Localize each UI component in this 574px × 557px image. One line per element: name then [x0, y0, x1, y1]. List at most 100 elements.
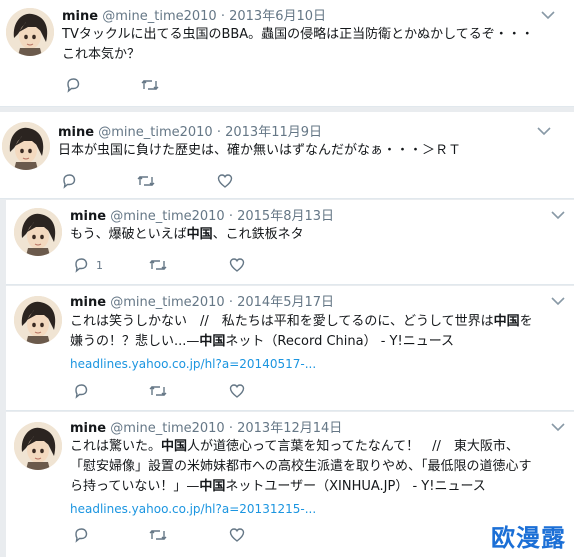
tweet-card[interactable]: mine @mine_time2010 · 2014年5月17日 これは笑うしか…	[6, 286, 574, 411]
retweet-icon	[148, 256, 168, 274]
chevron-down-icon[interactable]	[551, 422, 565, 432]
tweet-actions	[64, 76, 364, 94]
tweet-header: mine @mine_time2010 · 2013年6月10日	[62, 8, 326, 25]
tweet-header: mine @mine_time2010 · 2014年5月17日	[70, 294, 334, 311]
tweet-actions	[60, 172, 360, 190]
tweet-text-line: ら持っていない！」—中国ネットユーザー（XINHUA.JP） - Y!ニュース	[70, 477, 532, 497]
tweet-card[interactable]: mine @mine_time2010 · 2013年6月10日 TVタックルに…	[0, 0, 574, 107]
tweet-header: mine @mine_time2010 · 2013年12月14日	[70, 420, 342, 437]
tweet-card[interactable]: mine @mine_time2010 · 2013年11月9日 日本が虫国に負…	[0, 112, 574, 199]
tweet-text-line: TVタックルに出てる虫国のBBA。蟲国の侵略は正当防衛とかぬかしてるぞ・・・	[62, 27, 534, 42]
avatar[interactable]	[2, 122, 50, 170]
like-button[interactable]	[228, 526, 246, 544]
user-handle[interactable]: @mine_time2010	[102, 9, 216, 24]
reply-icon	[60, 172, 78, 190]
tweet-text-line: 日本が虫国に負けた歴史は、確か無いはずなんだがなぁ・・・＞ＲＴ	[58, 143, 462, 158]
display-name[interactable]: mine	[70, 421, 106, 436]
retweet-icon	[148, 526, 168, 544]
article-link[interactable]: headlines.yahoo.co.jp/hl?a=20140517-...	[70, 356, 316, 372]
tweet-date[interactable]: 2013年11月9日	[225, 125, 322, 140]
retweet-icon	[148, 382, 168, 400]
text-segment-bold: 中国	[186, 227, 213, 242]
reply-icon	[72, 526, 90, 544]
retweet-button[interactable]	[136, 172, 156, 190]
reply-count: 1	[96, 258, 103, 272]
avatar[interactable]	[14, 208, 62, 256]
retweet-button[interactable]	[148, 256, 168, 274]
user-handle[interactable]: @mine_time2010	[110, 209, 224, 224]
like-icon	[228, 256, 246, 274]
display-name[interactable]: mine	[70, 209, 106, 224]
tweet-text-line: 嫌うの！？悲しい...—中国ネット（Record China） - Y!ニュース	[70, 332, 533, 352]
tweet-date[interactable]: 2015年8月13日	[237, 209, 334, 224]
text-segment: これは笑うしかない // 私たちは平和を愛してるのに、どうして世界は	[70, 314, 494, 329]
like-button[interactable]	[228, 256, 246, 274]
retweet-button[interactable]	[140, 76, 160, 94]
tweet-card[interactable]: mine @mine_time2010 · 2015年8月13日 もう、爆破とい…	[6, 200, 574, 285]
like-icon	[228, 526, 246, 544]
like-icon	[228, 382, 246, 400]
user-handle[interactable]: @mine_time2010	[110, 295, 224, 310]
chevron-down-icon[interactable]	[537, 126, 551, 136]
tweet-text-line: これ本気か？	[62, 47, 141, 62]
text-segment: ネットユーザー（XINHUA.JP） - Y!ニュース	[225, 479, 486, 494]
like-icon	[216, 172, 234, 190]
reply-button[interactable]	[72, 382, 90, 400]
tweet-text: 日本が虫国に負けた歴史は、確か無いはずなんだがなぁ・・・＞ＲＴ	[58, 141, 461, 161]
tweet-date[interactable]: 2013年6月10日	[229, 9, 326, 24]
avatar[interactable]	[14, 422, 62, 470]
like-button[interactable]	[216, 172, 234, 190]
chevron-down-icon[interactable]	[541, 10, 555, 20]
tweet-text-line: これは驚いた。中国人が道徳心って言葉を知ってたなんて！ // 東大阪市、	[70, 437, 532, 457]
text-segment: ネット（Record China） - Y!ニュース	[225, 334, 455, 349]
tweet-date[interactable]: 2014年5月17日	[237, 295, 334, 310]
display-name[interactable]: mine	[62, 9, 98, 24]
display-name[interactable]: mine	[58, 125, 94, 140]
text-segment-bold: 中国	[199, 334, 226, 349]
text-segment-bold: 中国	[493, 314, 520, 329]
text-segment: これは驚いた。	[70, 439, 162, 454]
text-segment: 嫌うの！？悲しい...—	[70, 334, 200, 349]
text-segment: もう、爆破といえば	[70, 227, 187, 242]
separator-dot: ·	[228, 421, 233, 436]
reply-icon	[72, 256, 90, 274]
tweet-text: これは笑うしかない // 私たちは平和を愛してるのに、どうして世界は中国を 嫌う…	[70, 312, 533, 352]
avatar[interactable]	[14, 296, 62, 344]
retweet-button[interactable]	[148, 526, 168, 544]
display-name[interactable]: mine	[70, 295, 106, 310]
reply-button[interactable]	[64, 76, 82, 94]
tweet-actions: 1	[72, 256, 372, 274]
retweet-icon	[136, 172, 156, 190]
reply-icon	[64, 76, 82, 94]
tweet-header: mine @mine_time2010 · 2015年8月13日	[70, 208, 334, 225]
retweet-button[interactable]	[148, 382, 168, 400]
tweet-header: mine @mine_time2010 · 2013年11月9日	[58, 124, 322, 141]
tweet-date[interactable]: 2013年12月14日	[237, 421, 342, 436]
tweet-text: これは驚いた。中国人が道徳心って言葉を知ってたなんて！ // 東大阪市、 「慰安…	[70, 437, 532, 497]
reply-button[interactable]	[72, 526, 90, 544]
tweet-card[interactable]: mine @mine_time2010 · 2013年12月14日 これは驚いた…	[6, 412, 574, 557]
tweet-text-line: もう、爆破といえば中国、これ鉄板ネタ	[70, 225, 304, 245]
text-segment: を	[519, 314, 533, 329]
text-segment: ら持っていない！」—	[70, 479, 200, 494]
watermark: 欧漫露	[491, 524, 566, 552]
text-segment-bold: 中国	[161, 439, 188, 454]
tweet-text-line: 「慰安婦像」設置の米姉妹都市への高校生派遣を取りやめ、「最低限の道徳心す	[70, 459, 532, 474]
tweet-text: もう、爆破といえば中国、これ鉄板ネタ	[70, 225, 304, 245]
retweet-icon	[140, 76, 160, 94]
article-link[interactable]: headlines.yahoo.co.jp/hl?a=20131215-...	[70, 501, 316, 517]
reply-button[interactable]	[60, 172, 78, 190]
like-button[interactable]	[228, 382, 246, 400]
avatar[interactable]	[6, 8, 54, 56]
reply-icon	[72, 382, 90, 400]
tweet-actions	[72, 382, 372, 400]
tweet-text-line: これは笑うしかない // 私たちは平和を愛してるのに、どうして世界は中国を	[70, 312, 533, 332]
tweet-text: TVタックルに出てる虫国のBBA。蟲国の侵略は正当防衛とかぬかしてるぞ・・・ こ…	[62, 25, 534, 65]
chevron-down-icon[interactable]	[551, 296, 565, 306]
tweet-actions	[72, 526, 372, 544]
reply-button[interactable]: 1	[72, 256, 103, 274]
user-handle[interactable]: @mine_time2010	[98, 125, 212, 140]
user-handle[interactable]: @mine_time2010	[110, 421, 224, 436]
separator-dot: ·	[220, 9, 225, 24]
chevron-down-icon[interactable]	[551, 210, 565, 220]
